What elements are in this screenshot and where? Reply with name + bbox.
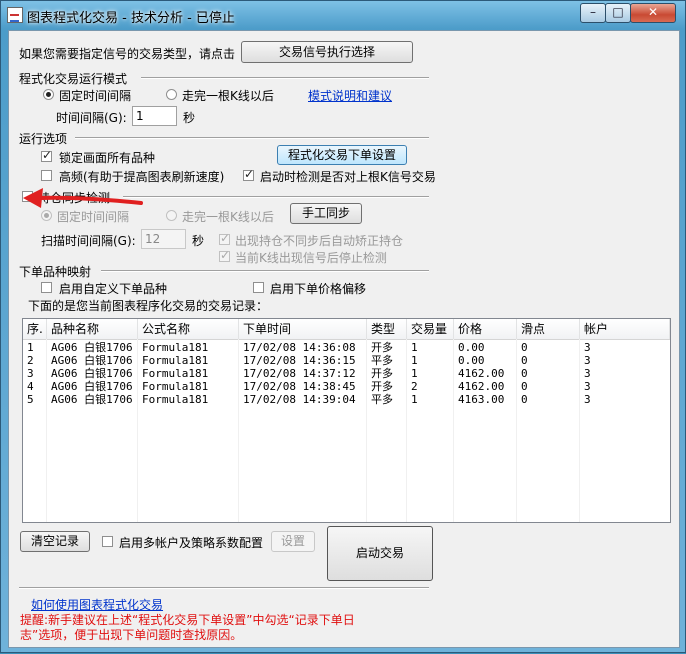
- arrow-shaft: [39, 195, 143, 205]
- red-arrow-annotation: [23, 188, 143, 208]
- arrow-head: [23, 188, 43, 208]
- app-window: 图表程式化交易 - 技术分析 - 已停止 – □ ✕ 如果您需要指定信号的交易类…: [0, 0, 686, 653]
